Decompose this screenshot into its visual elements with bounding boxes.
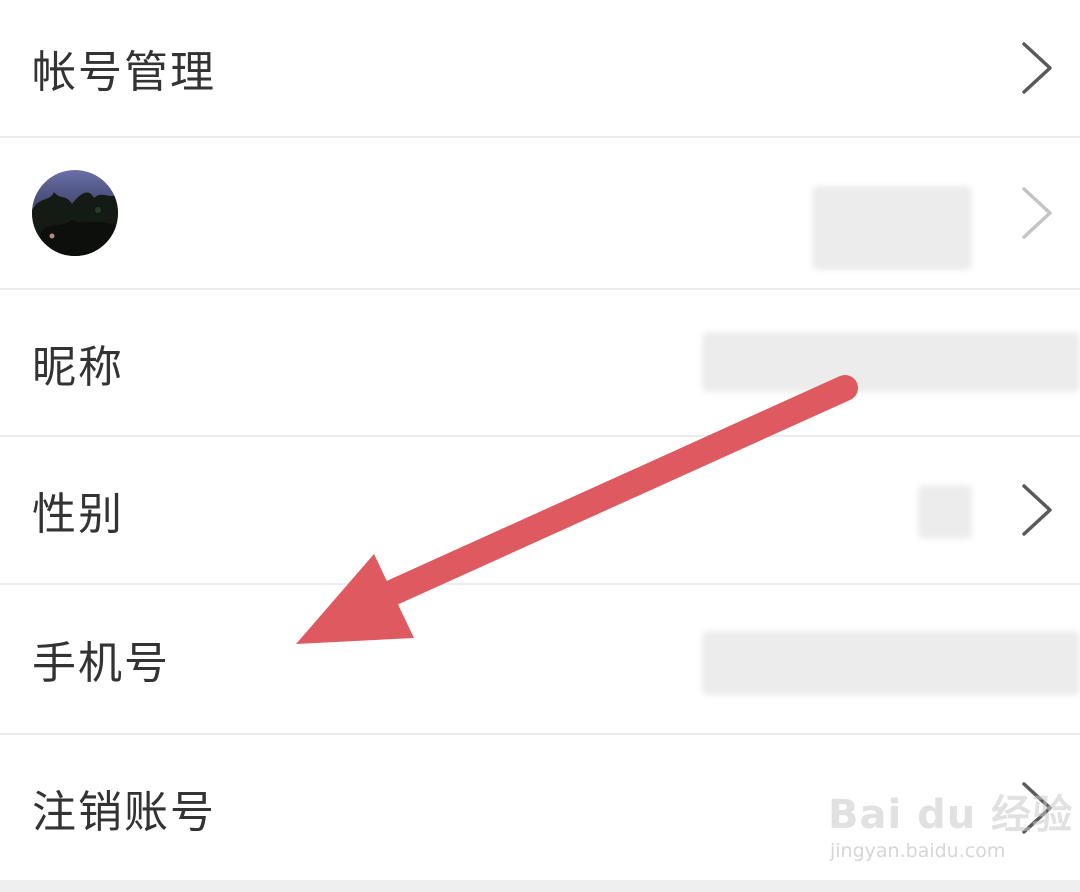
bottom-divider-bar <box>0 880 1080 892</box>
menu-row-gender[interactable]: 性别 <box>0 437 1080 585</box>
menu-label-deactivate-account: 注销账号 <box>32 786 216 838</box>
avatar <box>32 170 118 256</box>
redacted-phone-value <box>702 631 1080 695</box>
menu-label-phone-number: 手机号 <box>32 638 170 689</box>
redacted-gender-value <box>918 485 972 539</box>
menu-label-gender: 性别 <box>32 489 124 540</box>
watermark-url: jingyan.baidu.com <box>830 840 1006 862</box>
redacted-avatar-info <box>812 186 972 270</box>
watermark-brand: Bai du 经验 <box>828 792 1074 838</box>
account-settings-screen: 帐号管理 昵称 性别 手机号 注销账号 Bai du 经验 jingyan.ba… <box>0 0 1080 892</box>
baidu-jingyan-watermark: Bai du 经验 jingyan.baidu.com <box>828 776 1072 868</box>
menu-row-account-management[interactable]: 帐号管理 <box>0 0 1080 138</box>
menu-label-account-management: 帐号管理 <box>32 47 216 98</box>
chevron-right-icon <box>1020 482 1054 538</box>
menu-row-nickname[interactable]: 昵称 <box>0 290 1080 437</box>
menu-row-avatar[interactable] <box>0 138 1080 290</box>
menu-row-phone-number[interactable]: 手机号 <box>0 585 1080 735</box>
chevron-right-icon <box>1020 185 1054 241</box>
redacted-nickname-value <box>702 332 1080 392</box>
chevron-right-icon <box>1020 40 1054 96</box>
menu-label-nickname: 昵称 <box>32 341 124 393</box>
